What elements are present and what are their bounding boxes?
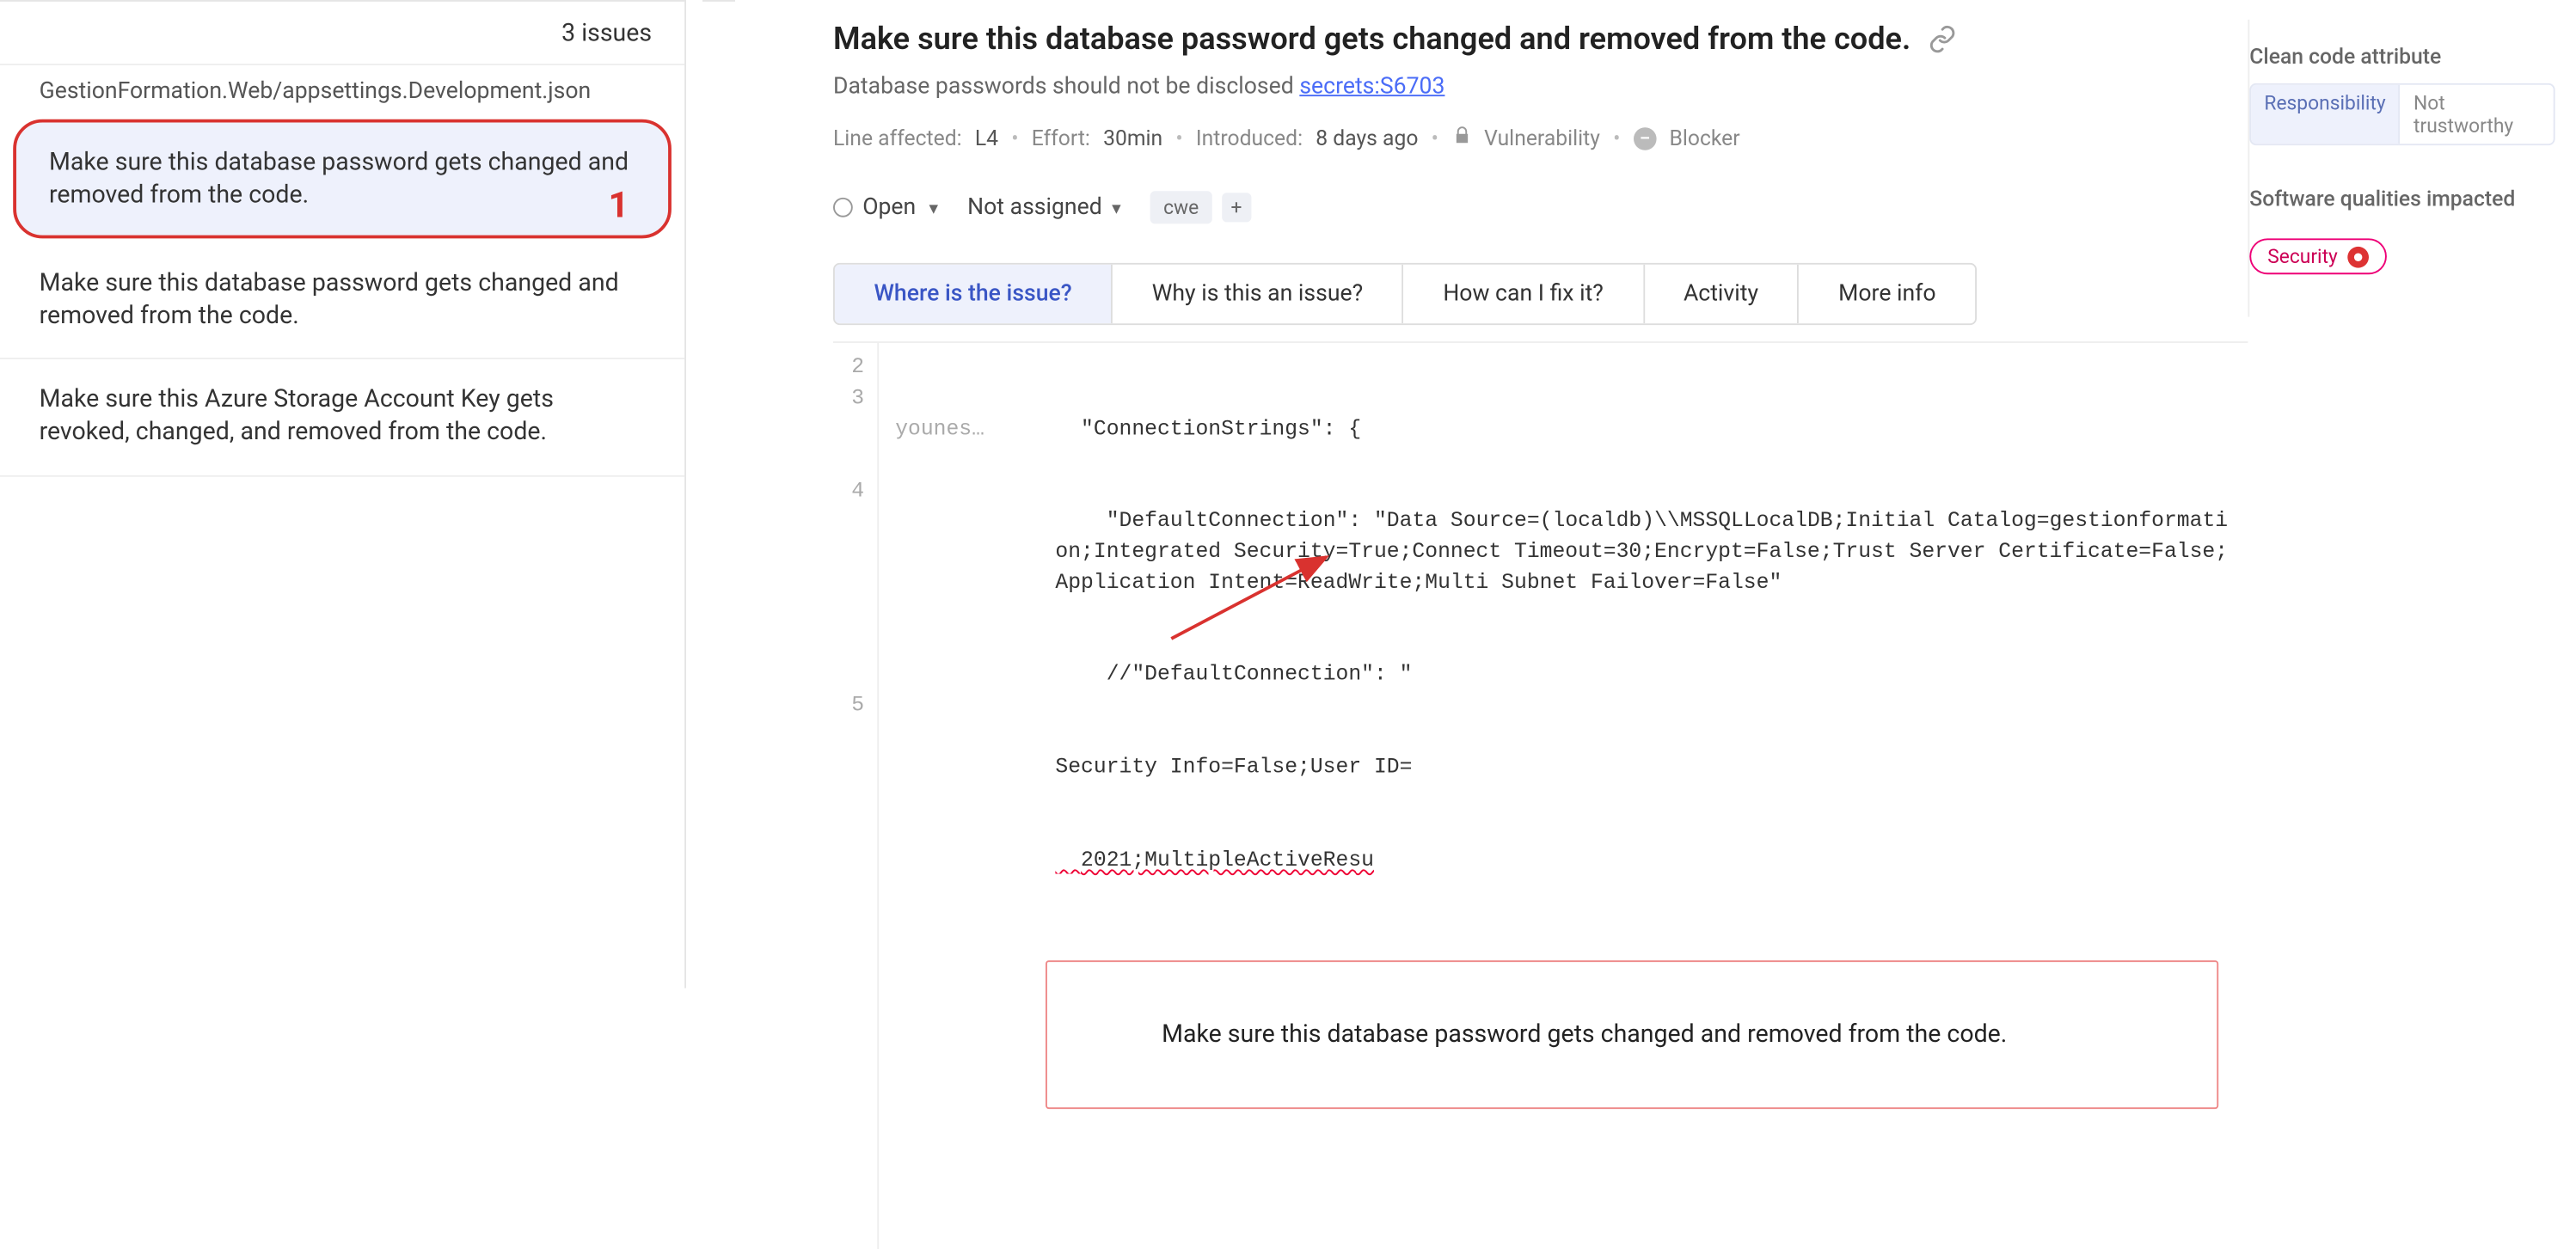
issue-list-item[interactable]: Make sure this database password gets ch… — [0, 242, 684, 359]
line-number: 5 — [833, 691, 864, 722]
inline-issue-box[interactable]: Make sure this database password gets ch… — [1046, 960, 2218, 1109]
chevron-down-icon: ▾ — [929, 197, 938, 218]
meta-introduced-value[interactable]: 8 days ago — [1316, 126, 1418, 151]
issue-list-item-text: Make sure this database password gets ch… — [49, 147, 629, 210]
code-content[interactable]: "ConnectionStrings": { "DefaultConnectio… — [1033, 343, 2248, 1249]
tab-why[interactable]: Why is this an issue? — [1113, 265, 1404, 323]
tab-activity[interactable]: Activity — [1644, 265, 1799, 323]
tag-box: cwe + — [1150, 191, 1251, 223]
chevron-down-icon: ▾ — [1112, 197, 1121, 218]
issue-list-item-text: Make sure this database password gets ch… — [40, 267, 619, 330]
security-severity-icon — [2347, 246, 2369, 267]
issue-list-item[interactable]: Make sure this Azure Storage Account Key… — [0, 359, 684, 476]
line-number: 4 — [833, 477, 864, 508]
meta-type: Vulnerability — [1484, 126, 1600, 151]
rule-link[interactable]: secrets:S6703 — [1299, 74, 1444, 100]
code-line-flagged: 2021;MultipleActiveResu — [1055, 845, 2228, 876]
permalink-icon[interactable] — [1927, 24, 1956, 53]
add-tag-button[interactable]: + — [1222, 193, 1251, 222]
panel-divider — [702, 0, 735, 989]
tab-more[interactable]: More info — [1800, 265, 1976, 323]
issue-meta-row: Line affected: L4 • Effort: 30min • Intr… — [833, 126, 2248, 151]
code-line: "DefaultConnection": "Data Source=(local… — [1055, 506, 2228, 598]
code-viewer: 2 3 4 5 younes… "ConnectionSt — [833, 341, 2248, 1249]
code-line: "ConnectionStrings": { — [1055, 414, 2228, 445]
status-dropdown[interactable]: Open ▾ — [833, 194, 938, 220]
right-sidebar: Clean code attribute Responsibility Not … — [2248, 20, 2574, 317]
meta-line-label: Line affected: — [833, 126, 962, 151]
dot-sep: • — [1613, 126, 1620, 151]
tab-fix[interactable]: How can I fix it? — [1404, 265, 1645, 323]
issues-sidebar: 3 issues GestionFormation.Web/appsetting… — [0, 0, 686, 989]
blocker-icon: – — [1634, 127, 1657, 150]
assignee-label: Not assigned — [967, 194, 1102, 220]
issue-tabs: Where is the issue? Why is this an issue… — [833, 263, 1977, 325]
issue-controls: Open ▾ Not assigned ▾ cwe + — [833, 191, 2248, 223]
author-column: younes… — [879, 343, 1033, 1249]
attr-not-trustworthy[interactable]: Not trustworthy — [2401, 85, 2554, 144]
meta-severity: Blocker — [1669, 126, 1739, 151]
issue-list-item-selected[interactable]: Make sure this database password gets ch… — [13, 119, 672, 238]
issue-list-item-text: Make sure this Azure Storage Account Key… — [40, 384, 554, 447]
meta-line-value: L4 — [975, 126, 998, 151]
issue-subtitle-text: Database passwords should not be disclos… — [833, 74, 1299, 100]
line-number: 2 — [833, 352, 864, 383]
author-name: younes… — [895, 415, 1033, 446]
attr-responsibility[interactable]: Responsibility — [2251, 85, 2401, 144]
code-line: //"DefaultConnection": " — [1055, 660, 2228, 691]
line-number: 3 — [833, 384, 864, 415]
meta-effort-label: Effort: — [1032, 126, 1090, 151]
dot-sep: • — [1432, 126, 1438, 151]
lock-icon — [1451, 126, 1471, 151]
security-badge[interactable]: Security — [2249, 238, 2387, 274]
annotation-number: 1 — [609, 182, 629, 230]
clean-code-title: Clean code attribute — [2249, 46, 2555, 70]
security-label: Security — [2267, 245, 2338, 268]
dot-sep: • — [1175, 126, 1182, 151]
file-path[interactable]: GestionFormation.Web/appsettings.Develop… — [0, 64, 684, 114]
tag-chip[interactable]: cwe — [1150, 191, 1212, 223]
issue-title-text: Make sure this database password gets ch… — [833, 20, 1911, 58]
assignee-dropdown[interactable]: Not assigned ▾ — [967, 194, 1121, 220]
issue-detail-panel: Make sure this database password gets ch… — [735, 0, 2574, 989]
inline-issue-text: Make sure this database password gets ch… — [1162, 1019, 2007, 1048]
dot-sep: • — [1011, 126, 1018, 151]
issue-subtitle: Database passwords should not be disclos… — [833, 74, 2248, 100]
issues-count: 3 issues — [0, 2, 684, 64]
open-circle-icon — [833, 198, 853, 217]
meta-introduced-label: Introduced: — [1196, 126, 1303, 151]
qualities-title: Software qualities impacted — [2249, 188, 2555, 213]
tab-where[interactable]: Where is the issue? — [835, 265, 1113, 323]
status-label: Open — [862, 194, 916, 220]
line-gutter: 2 3 4 5 — [833, 343, 879, 1249]
meta-effort-value: 30min — [1103, 126, 1162, 151]
code-line: Security Info=False;User ID= — [1055, 753, 2228, 784]
attribute-badges: Responsibility Not trustworthy — [2249, 83, 2555, 145]
issue-title: Make sure this database password gets ch… — [833, 20, 2248, 58]
